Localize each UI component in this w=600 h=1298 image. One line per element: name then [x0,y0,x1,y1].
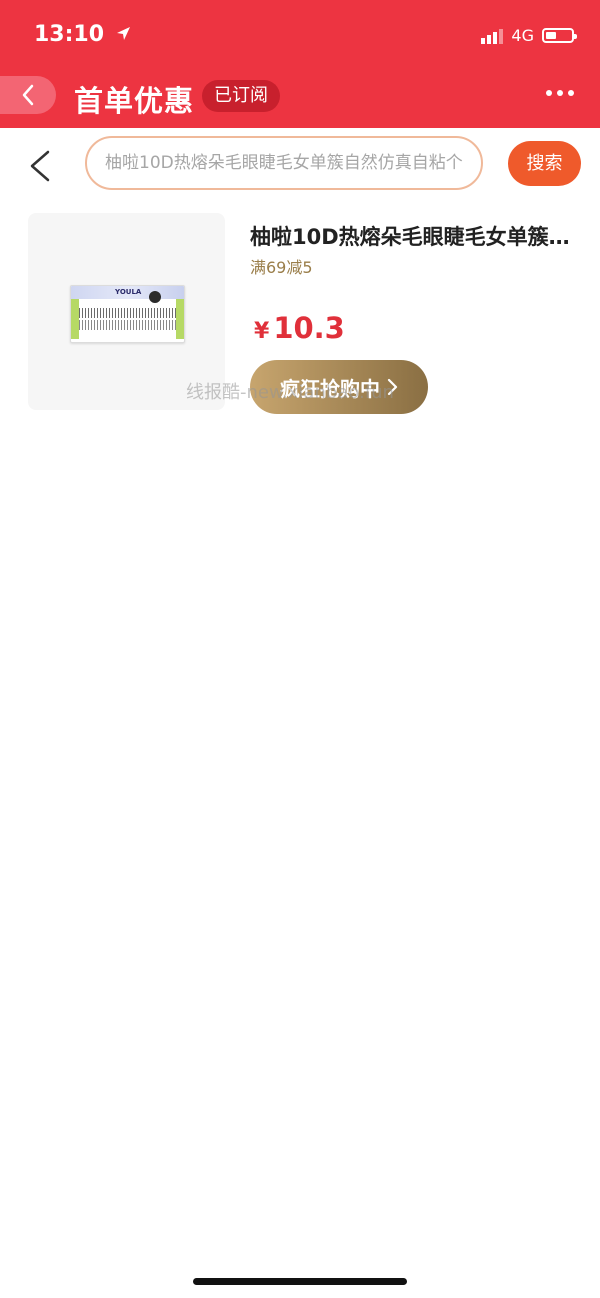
chevron-left-icon [30,150,50,182]
subscribed-badge[interactable]: 已订阅 [202,80,280,112]
cellular-signal-icon [481,28,504,44]
status-indicators: 4G [481,26,577,45]
search-back-button[interactable] [24,146,56,186]
currency-symbol: ¥ [254,319,270,344]
eyelash-package-image: YOULA [70,285,185,343]
search-bar: 柚啦10D热熔朵毛眼睫毛女单簇自然仿真自粘个 搜索 [0,128,600,204]
chevron-left-icon [22,84,34,106]
more-dots-icon[interactable] [546,90,574,96]
promo-text: 满69减5 [250,258,313,277]
price-value: 10.3 [273,311,345,345]
network-type: 4G [511,26,534,45]
image-brand-text: YOULA [115,288,142,296]
status-time: 13:10 [34,22,131,47]
watermark-text: 线报酷-new.xianbao.fun [186,382,394,403]
product-price: ¥10.3 [254,311,345,345]
search-input[interactable]: 柚啦10D热熔朵毛眼睫毛女单簇自然仿真自粘个 [85,136,483,190]
product-title[interactable]: 柚啦10D热熔朵毛眼睫毛女单簇自然仿真自粘个 [250,221,580,251]
top-bar: 13:10 4G 首单优惠 已订阅 [0,0,600,128]
home-indicator[interactable] [193,1278,407,1285]
location-arrow-icon [116,27,130,40]
page-title: 首单优惠 [74,84,195,118]
search-button[interactable]: 搜索 [508,141,581,186]
battery-icon [542,28,577,43]
header-back-button[interactable] [0,76,56,114]
